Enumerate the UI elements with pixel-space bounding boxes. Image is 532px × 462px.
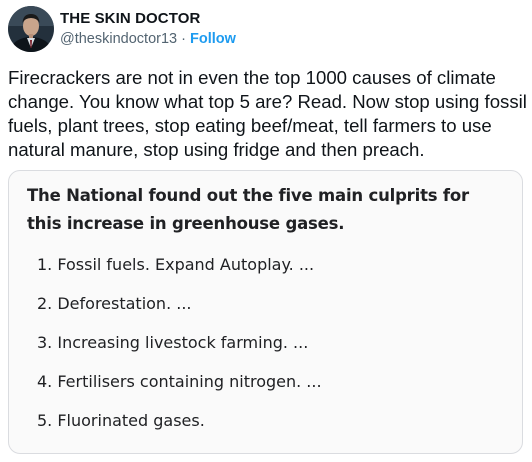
avatar[interactable] [8,6,54,52]
list-item: 4. Fertilisers containing nitrogen. ... [37,372,322,391]
list-item: 2. Deforestation. ... [37,294,192,313]
user-handle[interactable]: @theskindoctor13 [60,31,177,47]
separator-dot: · [177,30,190,47]
screenshot-card[interactable]: The National found out the five main cul… [8,170,523,454]
list-item: 5. Fluorinated gases. [37,411,205,430]
avatar-image [8,6,54,52]
user-meta: THE SKIN DOCTOR @theskindoctor13 · Follo… [60,10,236,49]
tweet-text: Firecrackers are not in even the top 100… [8,67,527,160]
display-name[interactable]: THE SKIN DOCTOR [60,10,236,28]
card-heading: The National found out the five main cul… [27,186,469,233]
culprit-list: 1. Fossil fuels. Expand Autoplay. ... 2.… [37,255,322,450]
handle-row: @theskindoctor13 · Follow [60,29,236,49]
tweet: THE SKIN DOCTOR @theskindoctor13 · Follo… [0,0,532,462]
list-item: 1. Fossil fuels. Expand Autoplay. ... [37,255,315,274]
tweet-header: THE SKIN DOCTOR @theskindoctor13 · Follo… [8,6,236,52]
list-item: 3. Increasing livestock farming. ... [37,333,309,352]
follow-button[interactable]: Follow [190,31,236,47]
